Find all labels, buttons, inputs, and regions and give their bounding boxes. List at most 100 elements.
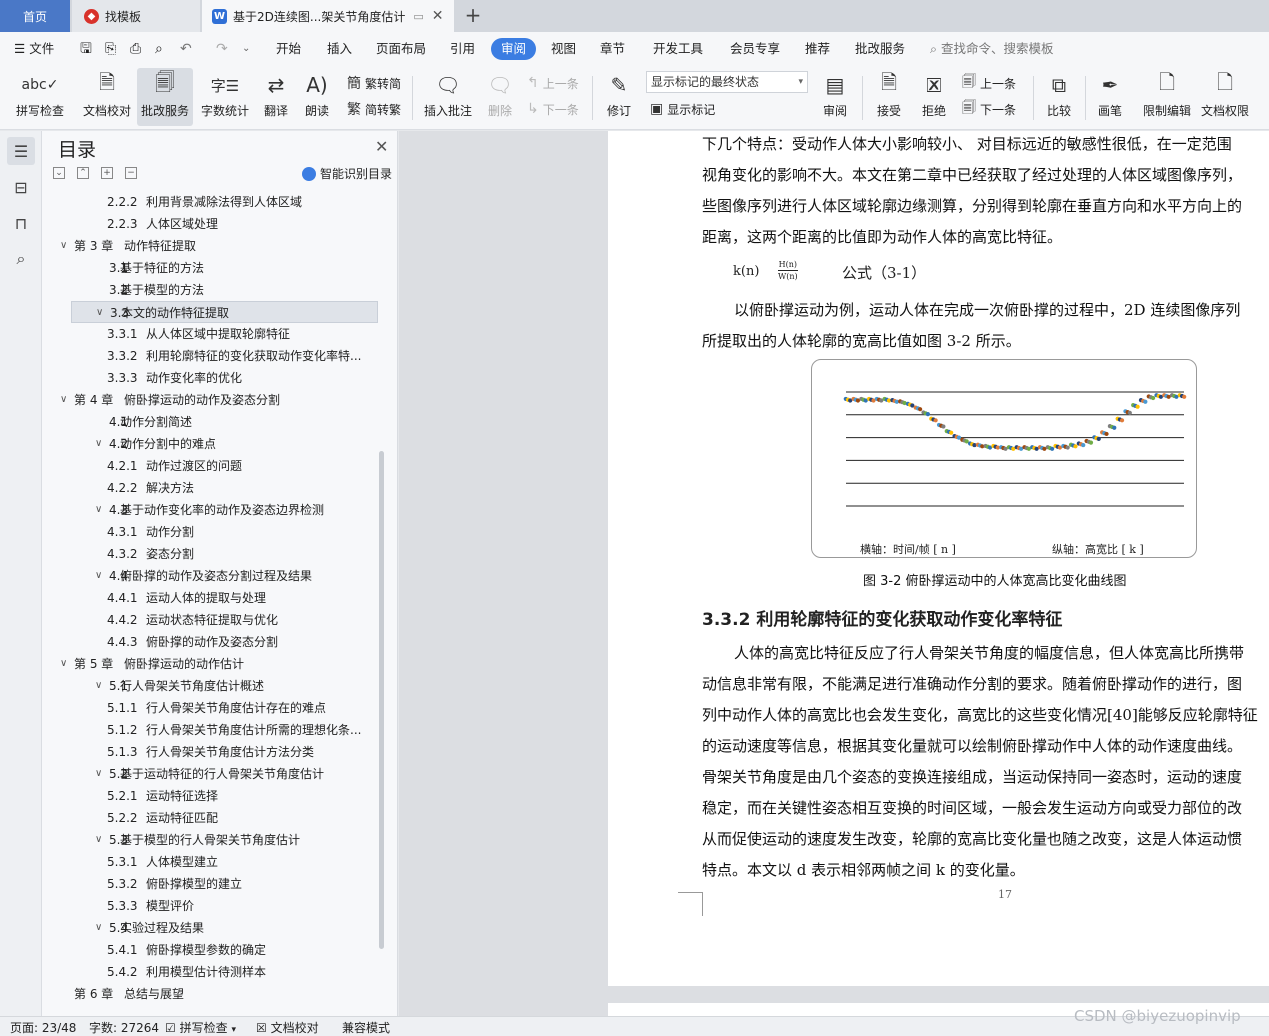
pen-button[interactable]: ✒ 画笔 [1092, 68, 1128, 126]
toc-item[interactable]: ∨ 4.2 动作分割中的难点 [42, 433, 377, 455]
toc-item[interactable]: 4.4.1 运动人体的提取与处理 [42, 587, 377, 609]
show-markup-button[interactable]: ▣ 显示标记 [650, 98, 715, 120]
tab-document[interactable]: W 基于2D连续图...架关节角度估计 ▭ ✕ [202, 0, 454, 32]
toc-item[interactable]: 4.4.3 俯卧撑的动作及姿态分割 [42, 631, 377, 653]
menu-insert[interactable]: 插入 [327, 32, 352, 66]
collapse-all-icon[interactable]: ⌄ [53, 167, 65, 179]
toc-item[interactable]: 3.1 基于特征的方法 [42, 257, 377, 279]
toc-item[interactable]: ∨ 3.3 本文的动作特征提取 [71, 301, 378, 323]
toc-item[interactable]: ∨ 第 3 章动作特征提取 [42, 235, 377, 257]
prev-comment-button[interactable]: ↰ 上一条 [527, 72, 579, 94]
toc-item[interactable]: 5.4.2 利用模型估计待测样本 [42, 961, 377, 983]
redo-icon[interactable]: ↷ [216, 32, 228, 66]
chevron-down-icon[interactable]: ∨ [95, 829, 107, 851]
toc-item[interactable]: 5.3.1 人体模型建立 [42, 851, 377, 873]
trad-to-simp-button[interactable]: 簡繁转简 [347, 72, 401, 94]
command-search[interactable]: ⌕ 查找命令、搜索模板 [930, 32, 1054, 66]
navigation-icon[interactable]: ⊟ [7, 173, 35, 201]
toc-item[interactable]: 4.2.1 动作过渡区的问题 [42, 455, 377, 477]
chevron-down-icon[interactable]: ∨ [95, 917, 107, 939]
menu-devtools[interactable]: 开发工具 [653, 32, 703, 66]
menu-reference[interactable]: 引用 [450, 32, 475, 66]
track-changes-button[interactable]: ✎ 修订 [600, 68, 638, 126]
doc-permission-button[interactable]: 🗋 文档权限 [1198, 68, 1252, 126]
review-pane-button[interactable]: ▤ 审阅 [816, 68, 854, 126]
doc-check-button[interactable]: 🗎 文档校对 [78, 68, 136, 126]
menu-start[interactable]: 开始 [276, 32, 301, 66]
toc-item[interactable]: 第 6 章总结与展望 [42, 983, 377, 1005]
menu-review[interactable]: 审阅 [491, 38, 537, 60]
chevron-down-icon[interactable]: ∨ [95, 763, 107, 785]
toc-item[interactable]: 5.3.2 俯卧撑模型的建立 [42, 873, 377, 895]
toc-item[interactable]: 4.2.2 解决方法 [42, 477, 377, 499]
toc-item[interactable]: 2.2.3 人体区域处理 [42, 213, 377, 235]
remove-level-icon[interactable]: − [125, 167, 137, 179]
word-count-indicator[interactable]: 字数: 27264 [89, 1019, 159, 1036]
toc-item[interactable]: 3.3.1 从人体区域中提取轮廓特征 [42, 323, 377, 345]
toc-item[interactable]: ∨ 5.4 实验过程及结果 [42, 917, 377, 939]
toc-item[interactable]: ∨ 4.4 俯卧撑的动作及姿态分割过程及结果 [42, 565, 377, 587]
menu-view[interactable]: 视图 [551, 32, 576, 66]
toc-item[interactable]: 5.2.2 运动特征匹配 [42, 807, 377, 829]
toc-item[interactable]: 5.1.1 行人骨架关节角度估计存在的难点 [42, 697, 377, 719]
undo-icon[interactable]: ↶ [180, 32, 192, 66]
toc-scrollbar[interactable] [379, 451, 384, 949]
toc-item[interactable]: ∨ 5.2 基于运动特征的行人骨架关节角度估计 [42, 763, 377, 785]
menu-member[interactable]: 会员专享 [730, 32, 780, 66]
read-aloud-button[interactable]: A) 朗读 [300, 68, 334, 126]
translate-button[interactable]: ⇄ 翻译 [256, 68, 296, 126]
prev-change-button[interactable]: 🗐 上一条 [962, 72, 1016, 94]
restrict-edit-button[interactable]: 🗋 限制编辑 [1140, 68, 1194, 126]
smart-toc-button[interactable]: 智能识别目录 [302, 165, 392, 182]
menu-grading[interactable]: 批改服务 [855, 32, 905, 66]
figure-chart[interactable]: 横轴：时间/帧 [ n ] 纵轴：高宽比 [ k ] [811, 359, 1197, 558]
spell-check-button[interactable]: abc✓ 拼写检查 [10, 68, 70, 126]
more-chevron-icon[interactable]: ⌄ [242, 32, 250, 66]
chevron-down-icon[interactable]: ∨ [95, 565, 107, 587]
page-indicator[interactable]: 页面: 23/48 [10, 1019, 76, 1036]
toc-item[interactable]: ∨ 4.3 基于动作变化率的动作及姿态边界检测 [42, 499, 377, 521]
toc-item[interactable]: 5.1.3 行人骨架关节角度估计方法分类 [42, 741, 377, 763]
next-change-button[interactable]: 🗐 下一条 [962, 98, 1016, 120]
chevron-down-icon[interactable]: ∨ [60, 653, 72, 675]
simp-to-trad-button[interactable]: 繁简转繁 [347, 98, 401, 120]
toc-item[interactable]: ∨ 5.3 基于模型的行人骨架关节角度估计 [42, 829, 377, 851]
status-doc-check[interactable]: ☒ 文档校对 [256, 1019, 319, 1036]
screen-icon[interactable]: ▭ [413, 10, 423, 23]
toc-item[interactable]: 5.4.1 俯卧撑模型参数的确定 [42, 939, 377, 961]
toc-item[interactable]: 2.2.2 利用背景减除法得到人体区域 [42, 191, 377, 213]
tab-template[interactable]: ◆ 找模板 [72, 0, 200, 32]
chevron-down-icon[interactable]: ∨ [60, 389, 72, 411]
chevron-down-icon[interactable]: ∨ [95, 499, 107, 521]
toc-item[interactable]: ∨ 5.1 行人骨架关节角度估计概述 [42, 675, 377, 697]
grading-service-button[interactable]: 🗐 批改服务 [137, 68, 193, 126]
add-level-icon[interactable]: + [101, 167, 113, 179]
tab-home[interactable]: 首页 [0, 0, 70, 32]
save-icon[interactable]: 🖫 [80, 32, 92, 66]
file-menu[interactable]: ☰ 文件 [14, 32, 54, 66]
chevron-down-icon[interactable]: ∨ [95, 433, 107, 455]
toc-item[interactable]: 5.2.1 运动特征选择 [42, 785, 377, 807]
status-spell-check[interactable]: ☑ 拼写检查 ▾ [165, 1019, 236, 1036]
new-tab-icon[interactable]: + [462, 4, 484, 26]
toc-item[interactable]: 3.3.3 动作变化率的优化 [42, 367, 377, 389]
search-icon[interactable]: ⌕ [7, 245, 35, 273]
compare-button[interactable]: ⧉ 比较 [1040, 68, 1078, 126]
toc-item[interactable]: ∨ 第 4 章俯卧撑运动的动作及姿态分割 [42, 389, 377, 411]
toc-item[interactable]: 5.3.3 模型评价 [42, 895, 377, 917]
word-count-button[interactable]: 字☰ 字数统计 [197, 68, 253, 126]
expand-up-icon[interactable]: ⌃ [77, 167, 89, 179]
chevron-down-icon[interactable]: ∨ [60, 235, 72, 257]
toc-item[interactable]: 4.3.2 姿态分割 [42, 543, 377, 565]
bookmark-icon[interactable]: ⊓ [7, 209, 35, 237]
next-comment-button[interactable]: ↳ 下一条 [527, 98, 579, 120]
print-icon[interactable]: ⎙ [130, 32, 141, 66]
menu-chapter[interactable]: 章节 [600, 32, 625, 66]
delete-comment-button[interactable]: 🗨 删除 [480, 68, 520, 126]
toc-panel-icon[interactable]: ☰ [7, 137, 35, 165]
document-page[interactable]: 下几个特点：受动作人体大小影响较小、 对目标远近的敏感性很低，在一定范围 视角变… [608, 131, 1269, 986]
toc-item[interactable]: 4.4.2 运动状态特征提取与优化 [42, 609, 377, 631]
menu-layout[interactable]: 页面布局 [376, 32, 426, 66]
chevron-down-icon[interactable]: ∨ [95, 675, 107, 697]
export-icon[interactable]: ⎘ [105, 32, 116, 66]
